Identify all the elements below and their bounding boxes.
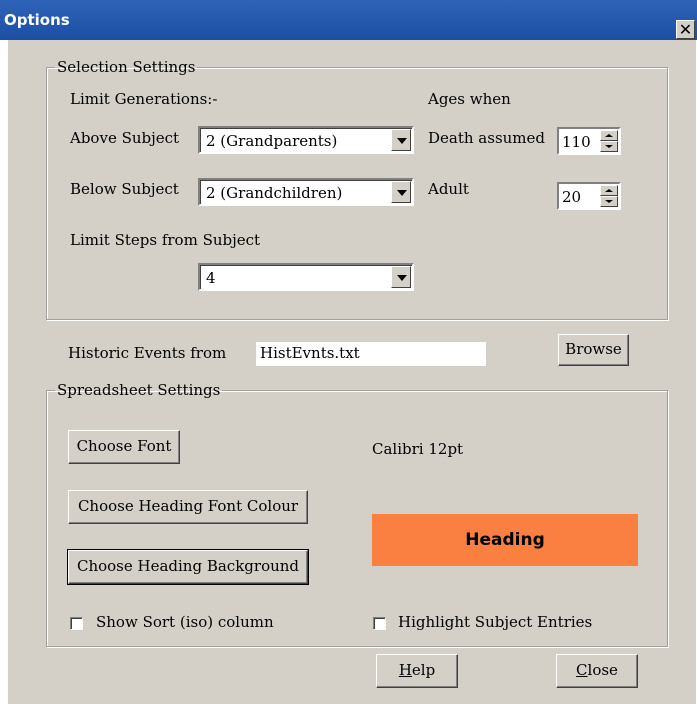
show-sort-label: Show Sort (iso) column [96,613,274,631]
choose-font-button-label: Choose Font [76,437,172,455]
choose-heading-background-label: Choose Heading Background [76,557,300,575]
close-x-icon: ✕ [678,20,693,39]
adult-age-spinner[interactable]: 20 [557,182,621,210]
limit-steps-select[interactable]: 4 [198,263,414,291]
chevron-down-icon [397,138,407,144]
adult-label: Adult [428,180,469,198]
title-bar: Options ✕ [0,0,697,40]
below-subject-dropdown-button[interactable] [391,181,411,203]
spreadsheet-settings-legend: Spreadsheet Settings [57,381,221,399]
above-subject-dropdown-button[interactable] [391,129,411,151]
spin-down-icon[interactable] [600,196,618,207]
choose-heading-font-colour-label: Choose Heading Font Colour [77,497,299,515]
spin-up-icon[interactable] [600,130,618,141]
death-assumed-spin-buttons [600,130,618,152]
limit-generations-label: Limit Generations:- [70,90,218,108]
adult-age-spin-buttons [600,185,618,207]
heading-preview-text: Heading [465,530,545,550]
death-assumed-value: 110 [562,133,591,151]
limit-steps-label: Limit Steps from Subject [70,231,261,249]
spin-up-icon[interactable] [600,185,618,196]
below-subject-label: Below Subject [70,180,179,198]
close-button-label: Close [576,661,618,679]
show-sort-checkbox[interactable] [70,617,83,630]
ages-when-label: Ages when [428,90,511,108]
heading-preview-swatch: Heading [372,514,638,566]
choose-heading-font-colour-button[interactable]: Choose Heading Font Colour [68,490,308,524]
chevron-down-icon [397,275,407,281]
browse-button-label: Browse [565,340,622,358]
chevron-down-icon [397,190,407,196]
historic-events-file-value: HistEvnts.txt [260,344,360,362]
historic-events-label: Historic Events from [68,344,227,362]
help-button-label: Help [398,661,436,679]
below-subject-value: 2 (Grandchildren) [206,184,343,202]
above-subject-label: Above Subject [70,129,180,147]
above-subject-select[interactable]: 2 (Grandparents) [198,126,414,154]
historic-events-file-field[interactable]: HistEvnts.txt [256,342,486,366]
close-window-button[interactable]: ✕ [676,20,695,39]
font-display-label: Calibri 12pt [372,440,464,458]
above-subject-value: 2 (Grandparents) [206,132,338,150]
limit-steps-dropdown-button[interactable] [391,266,411,288]
death-assumed-spinner[interactable]: 110 [557,127,621,155]
highlight-subject-label: Highlight Subject Entries [398,613,593,631]
selection-settings-legend: Selection Settings [57,58,196,76]
choose-heading-background-button[interactable]: Choose Heading Background [67,549,309,585]
limit-steps-value: 4 [206,269,216,287]
adult-age-value: 20 [562,188,582,206]
help-button[interactable]: Help [376,654,458,688]
death-assumed-label: Death assumed [428,129,546,147]
choose-font-button[interactable]: Choose Font [68,430,180,464]
highlight-subject-checkbox[interactable] [373,617,386,630]
below-subject-select[interactable]: 2 (Grandchildren) [198,178,414,206]
options-dialog-body: Selection Settings Limit Generations:- A… [8,40,696,704]
spin-down-icon[interactable] [600,141,618,152]
close-button[interactable]: Close [556,654,638,688]
window-title: Options [4,11,70,29]
browse-button[interactable]: Browse [558,334,629,366]
